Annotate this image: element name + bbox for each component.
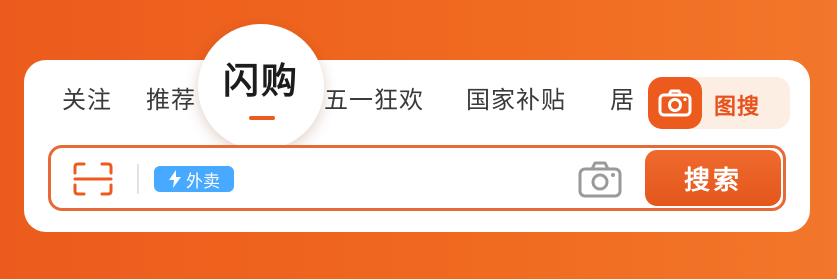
- camera-icon: [648, 77, 702, 129]
- takeout-badge[interactable]: 外卖: [154, 166, 234, 192]
- image-search-label: 图搜: [714, 94, 761, 119]
- tab-flash-buy-label: 闪购: [222, 60, 299, 101]
- image-search-button[interactable]: 图搜: [648, 77, 790, 129]
- search-bar[interactable]: 外卖 搜索: [48, 145, 786, 211]
- camera-icon[interactable]: [578, 160, 622, 198]
- search-button[interactable]: 搜索: [645, 150, 781, 206]
- tab-flash-buy[interactable]: 闪购: [198, 24, 324, 150]
- takeout-badge-label: 外卖: [186, 171, 220, 191]
- tab-partial[interactable]: 居: [610, 86, 634, 116]
- divider: [137, 164, 139, 194]
- scan-icon[interactable]: [73, 162, 113, 196]
- tab-bar: 关注 推荐 五一狂欢 国家补贴 居: [62, 80, 634, 124]
- lightning-icon: [169, 170, 181, 188]
- active-tab-indicator: [249, 116, 275, 120]
- tab-follow[interactable]: 关注: [62, 86, 112, 116]
- tab-national-subsidy[interactable]: 国家补贴: [466, 86, 566, 116]
- tab-may-day-carnival[interactable]: 五一狂欢: [324, 86, 424, 116]
- tab-recommend[interactable]: 推荐: [146, 86, 196, 116]
